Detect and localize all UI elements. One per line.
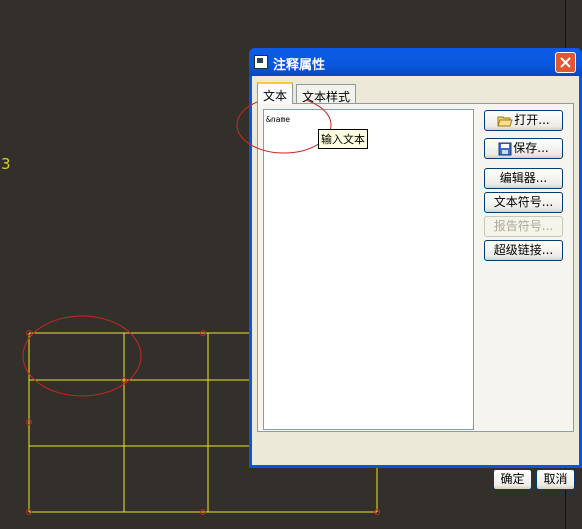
ok-button[interactable]: 确定: [493, 469, 532, 490]
highlight-ellipse: [22, 315, 142, 397]
tooltip: 输入文本: [318, 129, 368, 149]
editor-button[interactable]: 编辑器...: [484, 168, 563, 189]
close-button[interactable]: [555, 52, 576, 73]
text-symbol-button[interactable]: 文本符号...: [484, 192, 563, 213]
close-icon: [560, 57, 571, 68]
save-button-label: 保存...: [513, 141, 549, 155]
open-button-label: 打开...: [514, 113, 550, 127]
canvas-label: 3: [1, 155, 11, 173]
tab-text[interactable]: 文本: [257, 82, 294, 104]
report-symbol-button[interactable]: 报告符号...: [484, 216, 563, 237]
dialog-title: 注释属性: [273, 58, 326, 73]
cancel-button[interactable]: 取消: [536, 469, 575, 490]
save-button[interactable]: 保存...: [484, 138, 563, 159]
window-icon: [254, 55, 268, 69]
title-bar[interactable]: 注释属性: [249, 48, 582, 76]
hyperlink-button[interactable]: 超级链接...: [484, 240, 563, 261]
save-disk-icon: [498, 142, 512, 155]
open-folder-icon: [497, 116, 513, 127]
open-button[interactable]: 打开...: [484, 110, 563, 131]
